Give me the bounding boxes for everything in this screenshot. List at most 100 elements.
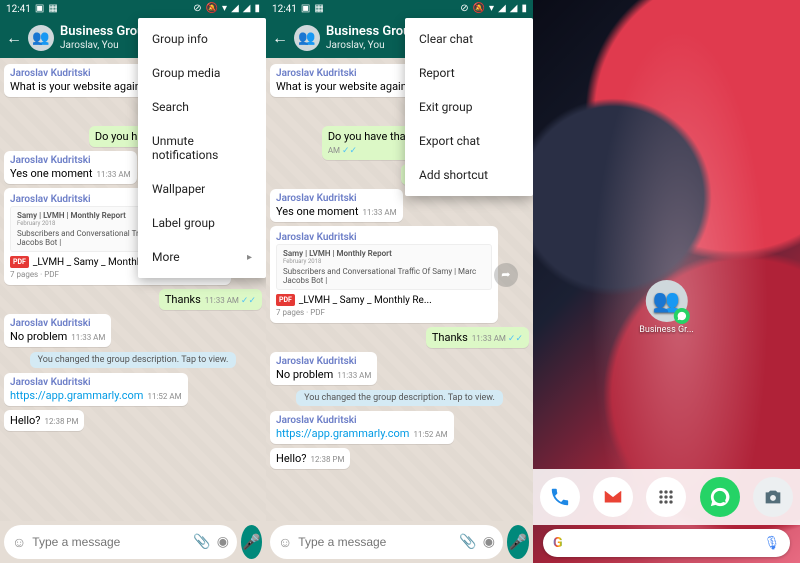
phone-screenshot-1: 12:41▣▦ ⊘🔕▾◢◢▮ ← 👥 Business Group Jarosl… (0, 0, 266, 563)
document-message[interactable]: Jaroslav Kudritski Samy | LVMH | Monthly… (270, 226, 498, 323)
google-search-bar[interactable]: G 🎙 (543, 529, 790, 557)
emoji-icon[interactable]: ☺ (278, 534, 292, 551)
attach-icon[interactable]: 📎 (459, 534, 476, 550)
message-in[interactable]: Jaroslav Kudritskihttps://app.grammarly.… (4, 373, 188, 406)
message-in[interactable]: Jaroslav KudritskiYes one moment 11:33 AM (4, 151, 137, 184)
chevron-right-icon: ▸ (247, 252, 252, 263)
dock-whatsapp-icon[interactable] (700, 477, 740, 517)
forward-icon[interactable]: ➦ (494, 263, 518, 287)
status-bar: 12:41▣▦ ⊘🔕▾◢◢▮ (0, 0, 266, 18)
message-in[interactable]: Hello? 12:38 PM (4, 410, 84, 431)
wifi-icon: ▾ (222, 4, 227, 14)
tab-icon: ▣ (301, 4, 310, 14)
message-text: Hello? (276, 452, 307, 465)
tab-icon: ▣ (35, 4, 44, 14)
message-in[interactable]: Jaroslav KudritskiWhat is your website a… (270, 64, 418, 97)
menu-item-more[interactable]: More▸ (138, 240, 266, 274)
menu-item-unmute[interactable]: Unmute notifications (138, 124, 266, 172)
message-time: 11:33 AM (71, 333, 105, 342)
home-shortcut-business-group[interactable]: 👥 Business Gr... (639, 280, 693, 335)
attach-icon[interactable]: 📎 (193, 534, 210, 550)
message-in[interactable]: Jaroslav KudritskiYes one moment 11:33 AM (270, 189, 403, 222)
menu-item-report[interactable]: Report (405, 56, 533, 90)
message-input-bar: ☺ 📎 ◉ 🎤 (266, 521, 533, 563)
message-time: 11:33 AM (362, 208, 396, 217)
message-time: 11:33 AM (96, 170, 130, 179)
bell-off-icon: 🔕 (473, 4, 485, 14)
pdf-icon: PDF (10, 256, 29, 268)
menu-item-group-media[interactable]: Group media (138, 56, 266, 90)
emoji-icon[interactable]: ☺ (12, 534, 26, 551)
dock-phone-icon[interactable] (540, 477, 580, 517)
menu-item-group-info[interactable]: Group info (138, 22, 266, 56)
dnd-icon: ⊘ (193, 4, 201, 14)
message-in[interactable]: Jaroslav Kudritskihttps://app.grammarly.… (270, 411, 454, 444)
back-icon[interactable]: ← (272, 28, 288, 48)
message-text: What is your website again? (10, 80, 146, 93)
message-out[interactable]: Thanks11:33 AM✓✓ (426, 327, 529, 348)
google-mic-icon[interactable]: 🎙 (763, 536, 780, 551)
whatsapp-badge-icon (674, 308, 690, 324)
dock-app-drawer-icon[interactable] (646, 477, 686, 517)
message-input[interactable] (32, 535, 187, 549)
overflow-menu: Group info Group media Search Unmute not… (138, 18, 266, 278)
message-out[interactable]: Thanks11:33 AM✓✓ (159, 289, 262, 310)
message-text: Yes one moment (276, 205, 358, 218)
message-time: 11:52 AM (413, 430, 447, 439)
dock-camera-icon[interactable] (753, 477, 793, 517)
menu-item-export-chat[interactable]: Export chat (405, 124, 533, 158)
system-message[interactable]: You changed the group description. Tap t… (30, 352, 237, 368)
message-time: 12:38 PM (45, 417, 79, 426)
menu-item-add-shortcut[interactable]: Add shortcut (405, 158, 533, 192)
message-time: 11:33 AM (472, 334, 506, 343)
phone-screenshot-2: 12:41▣▦ ⊘🔕▾◢◢▮ ← 👥 Business Group Jarosl… (266, 0, 533, 563)
message-time: 11:33 AM (205, 296, 239, 305)
wifi-icon: ▾ (489, 4, 494, 14)
message-in[interactable]: Jaroslav KudritskiNo problem11:33 AM (270, 352, 377, 385)
camera-icon[interactable]: ◉ (217, 534, 229, 550)
phone-screenshot-3: 12:42 ⊘🔕▾◢◢▮ 👥 Business Gr... G 🎙 (533, 0, 800, 563)
back-icon[interactable]: ← (6, 28, 22, 48)
group-avatar[interactable]: 👥 (294, 25, 320, 51)
system-message[interactable]: You changed the group description. Tap t… (296, 390, 503, 406)
signal-icon: ◢ (510, 4, 518, 14)
message-in[interactable]: Jaroslav KudritskiWhat is your website a… (4, 64, 152, 97)
doc-preview: Samy | LVMH | Monthly Report February 20… (276, 244, 492, 290)
message-link[interactable]: https://app.grammarly.com (276, 427, 409, 440)
mic-button[interactable]: 🎤 (507, 525, 529, 559)
message-in[interactable]: Hello? 12:38 PM (270, 448, 350, 469)
mic-button[interactable]: 🎤 (241, 525, 262, 559)
dock-gmail-icon[interactable] (593, 477, 633, 517)
message-input[interactable] (298, 535, 453, 549)
message-text: No problem (10, 330, 67, 343)
message-input-wrap[interactable]: ☺ 📎 ◉ (270, 525, 503, 559)
status-time: 12:41 (272, 4, 297, 15)
message-time: 12:38 PM (311, 455, 345, 464)
message-text: Hello? (10, 414, 41, 427)
message-input-wrap[interactable]: ☺ 📎 ◉ (4, 525, 237, 559)
menu-item-exit-group[interactable]: Exit group (405, 90, 533, 124)
sender-name: Jaroslav Kudritski (10, 318, 105, 329)
read-ticks-icon: ✓✓ (508, 334, 523, 344)
sender-name: Jaroslav Kudritski (276, 193, 397, 204)
message-link[interactable]: https://app.grammarly.com (10, 389, 143, 402)
sender-name: Jaroslav Kudritski (10, 377, 182, 388)
read-ticks-icon: ✓✓ (342, 146, 357, 156)
battery-icon: ▮ (254, 4, 260, 14)
signal-icon: ◢ (498, 4, 506, 14)
sender-name: Jaroslav Kudritski (10, 155, 131, 166)
picture-icon: ▦ (314, 4, 323, 14)
menu-item-wallpaper[interactable]: Wallpaper (138, 172, 266, 206)
signal-icon: ◢ (243, 4, 251, 14)
message-text: No problem (276, 368, 333, 381)
message-text: Yes one moment (10, 167, 92, 180)
message-in[interactable]: Jaroslav KudritskiNo problem 11:33 AM (4, 314, 111, 347)
message-input-bar: ☺ 📎 ◉ 🎤 (0, 521, 266, 563)
shortcut-avatar: 👥 (646, 280, 688, 322)
menu-item-clear-chat[interactable]: Clear chat (405, 22, 533, 56)
menu-item-label-group[interactable]: Label group (138, 206, 266, 240)
group-avatar[interactable]: 👥 (28, 25, 54, 51)
camera-icon[interactable]: ◉ (483, 534, 495, 550)
menu-item-search[interactable]: Search (138, 90, 266, 124)
message-text: What is your website again? (276, 80, 412, 93)
